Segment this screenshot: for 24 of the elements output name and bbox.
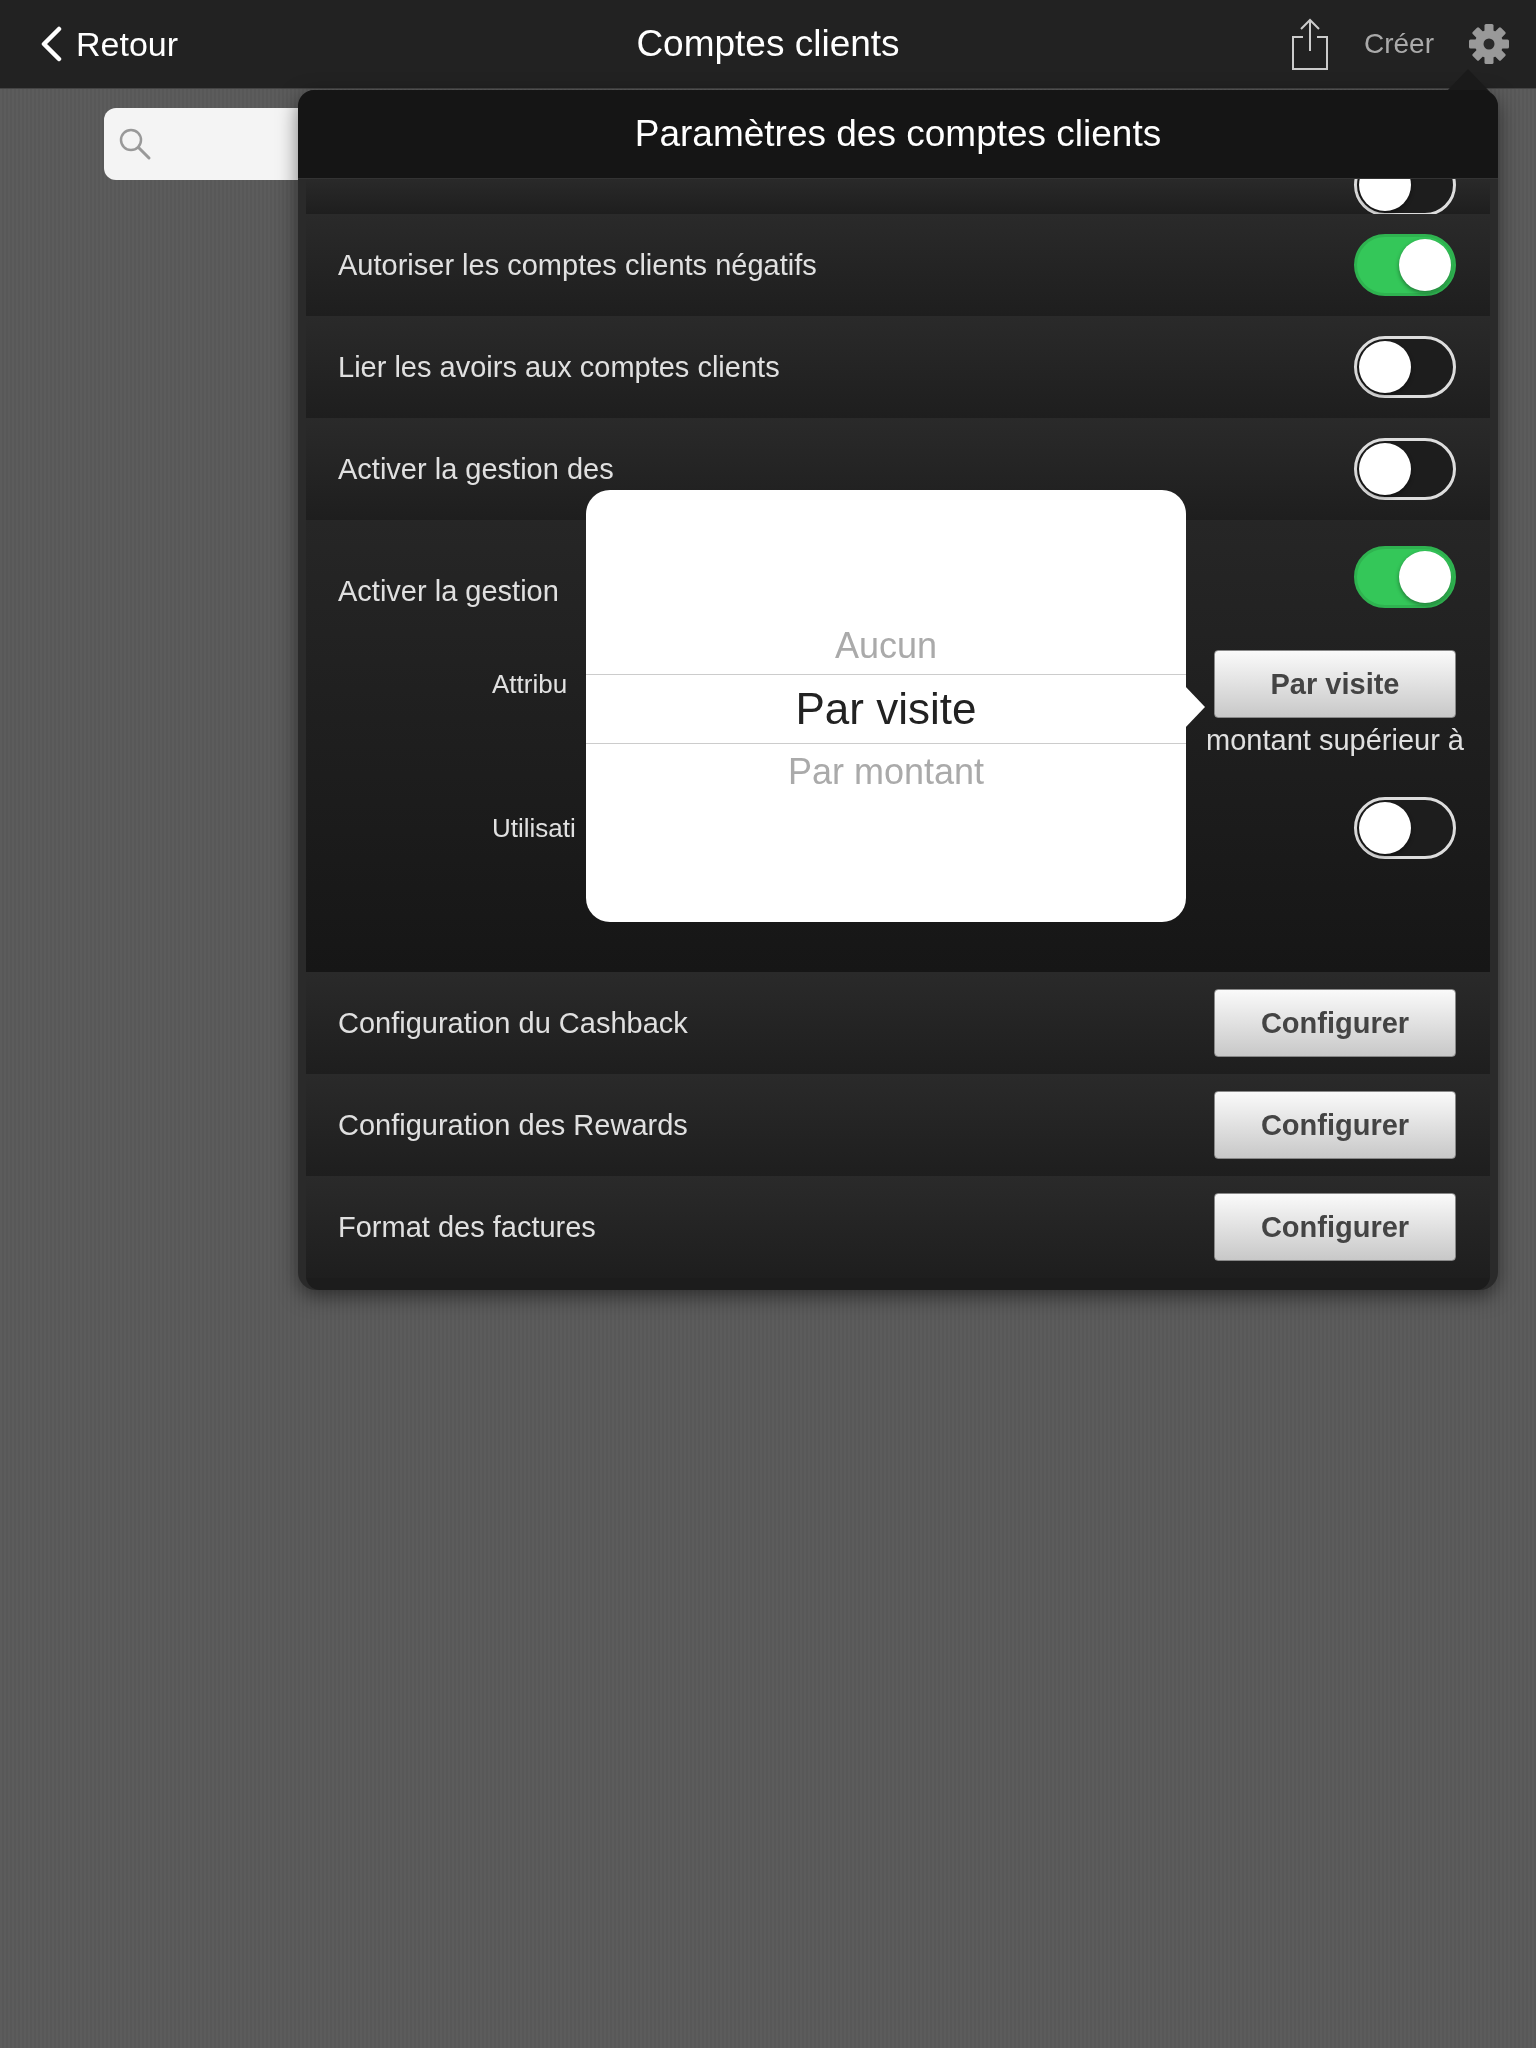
configure-button[interactable]: Configurer — [1214, 989, 1456, 1057]
configure-button[interactable]: Configurer — [1214, 1193, 1456, 1261]
toggle-switch[interactable] — [1354, 234, 1456, 296]
setting-label: Attribu — [492, 668, 568, 700]
chevron-left-icon — [40, 26, 62, 62]
share-icon[interactable] — [1290, 17, 1330, 71]
search-icon — [118, 127, 152, 161]
setting-label: Utilisati — [492, 812, 576, 844]
setting-label: Activer la gestion des — [338, 452, 614, 486]
picker-option[interactable]: Par visite — [586, 674, 1186, 744]
setting-label: Configuration du Cashback — [338, 1006, 688, 1040]
setting-label: Autoriser les comptes clients négatifs — [338, 248, 817, 282]
create-button[interactable]: Créer — [1364, 28, 1434, 60]
setting-label: Lier les avoirs aux comptes clients — [338, 350, 780, 384]
popover-title: Paramètres des comptes clients — [634, 113, 1162, 155]
setting-label: montant supérieur à — [1206, 724, 1464, 757]
setting-label: Format des factures — [338, 1210, 596, 1244]
settings-icon[interactable] — [1468, 23, 1510, 65]
back-button[interactable]: Retour — [40, 24, 179, 64]
configure-button[interactable]: Configurer — [1214, 1091, 1456, 1159]
setting-label: Activer la gestion — [338, 575, 559, 608]
screen-title: Comptes clients — [636, 23, 900, 65]
setting-label: Configuration des Rewards — [338, 1108, 688, 1142]
select-button[interactable]: Par visite — [1214, 650, 1456, 718]
